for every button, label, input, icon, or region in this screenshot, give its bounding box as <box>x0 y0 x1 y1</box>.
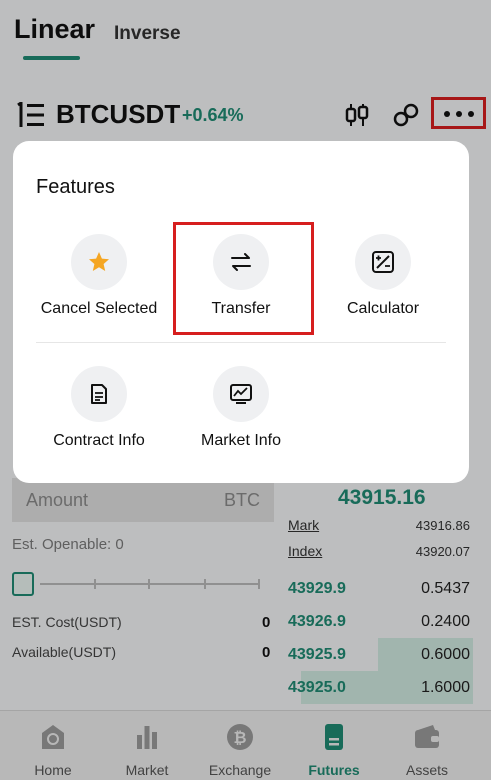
transfer-highlight-box <box>173 222 314 335</box>
feature-cancel-selected[interactable]: Cancel Selected <box>29 234 169 334</box>
feature-market-info[interactable]: Market Info <box>171 366 311 466</box>
calculator-icon <box>372 251 394 273</box>
feature-icon-circle <box>213 366 269 422</box>
feature-label: Cancel Selected <box>40 300 158 317</box>
feature-contract-info[interactable]: Contract Info <box>29 366 169 466</box>
chart-monitor-icon <box>230 384 252 404</box>
feature-label: Calculator <box>346 300 420 317</box>
star-icon <box>89 252 109 271</box>
feature-label: Market Info <box>200 432 282 449</box>
feature-calculator[interactable]: Calculator <box>313 234 453 334</box>
feature-icon-circle <box>71 366 127 422</box>
feature-divider <box>36 342 446 343</box>
feature-label: Contract Info <box>53 432 145 449</box>
feature-icon-circle <box>71 234 127 290</box>
popup-title: Features <box>36 176 115 198</box>
feature-icon-circle <box>355 234 411 290</box>
document-icon <box>91 384 107 404</box>
